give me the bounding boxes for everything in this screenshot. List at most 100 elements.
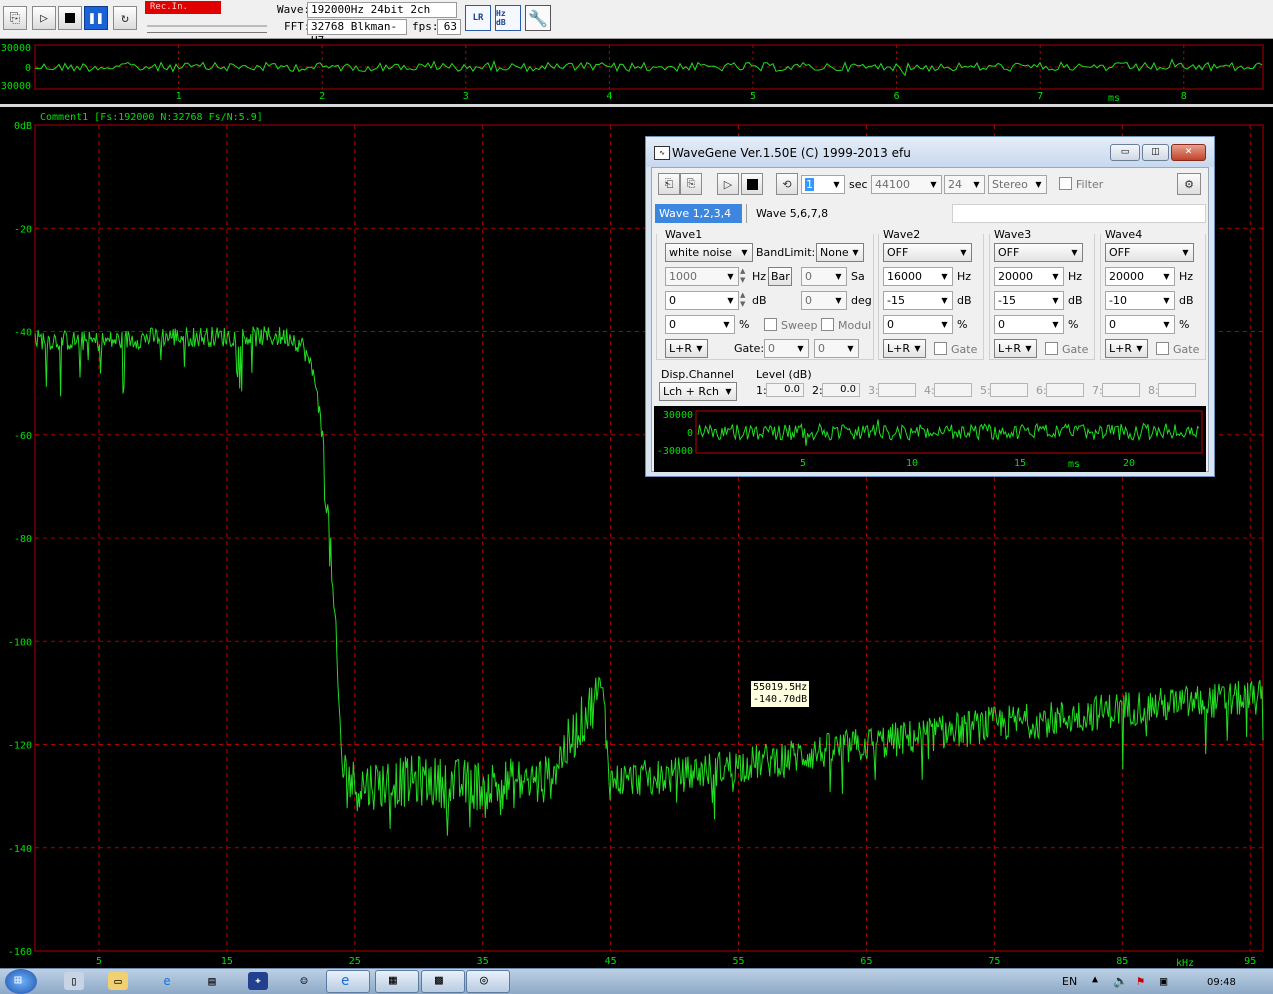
wave4-freq-field[interactable]: 20000 ▼ xyxy=(1105,267,1175,286)
repeat-button[interactable]: ↻ xyxy=(113,6,137,30)
wg-xtick: 5 xyxy=(800,458,806,469)
maximize-icon: ◫ xyxy=(1151,147,1160,157)
tab-wave-1-4[interactable]: Wave 1,2,3,4 xyxy=(655,204,742,223)
wavegene-window: ∿ WaveGene Ver.1.50E (C) 1999-2013 efu ▭… xyxy=(645,136,1215,477)
chevron-down-icon: ▼ xyxy=(1163,296,1170,305)
lr-channel-button[interactable]: LR xyxy=(465,5,491,31)
wg-stop-button[interactable] xyxy=(741,173,763,195)
fft-setting-field[interactable]: 32768 Blkman-H7 xyxy=(307,19,407,47)
bit-depth-select[interactable]: 24 ▼ xyxy=(944,175,985,194)
wave3-gate-checkbox[interactable]: Gate xyxy=(1045,342,1088,356)
level-meter-value xyxy=(1158,383,1196,397)
close-button[interactable]: ✕ xyxy=(1171,144,1206,161)
maximize-button[interactable]: ◫ xyxy=(1142,144,1169,161)
wave2-freq-field[interactable]: 16000 ▼ xyxy=(883,267,953,286)
wave2-type-select[interactable]: OFF ▼ xyxy=(883,243,972,262)
wg-load-button[interactable]: ⎗ xyxy=(658,173,680,195)
play-button[interactable]: ▷ xyxy=(32,6,56,30)
spectrum-ytick: -40 xyxy=(14,328,32,339)
spectrum-ytick: -60 xyxy=(14,431,32,442)
network-icon[interactable]: ▣ xyxy=(1160,974,1167,988)
wg-ytick: 30000 xyxy=(663,410,693,421)
open-file-button[interactable]: ⎘ xyxy=(3,6,27,30)
settings-button[interactable]: 🔧 xyxy=(525,5,551,31)
wg-save-button[interactable]: ⎘ xyxy=(680,173,702,195)
panel-divider[interactable] xyxy=(0,104,1273,107)
wave4-level-field[interactable]: -10 ▼ xyxy=(1105,291,1175,310)
taskbar-ie-window[interactable]: e xyxy=(326,970,370,993)
spectrum-xtick: 45 xyxy=(605,956,617,967)
start-button[interactable]: ⊞ xyxy=(5,969,37,994)
disp-channel-select[interactable]: Lch + Rch ▼ xyxy=(659,382,737,401)
taskbar-ie-icon[interactable]: e xyxy=(157,972,177,990)
windows-icon: ⊞ xyxy=(14,973,22,988)
minimize-button[interactable]: ▭ xyxy=(1110,144,1140,161)
tool-icon: ◎ xyxy=(480,973,488,988)
spectrum-ytick: -160 xyxy=(8,947,32,958)
wg-options-button[interactable]: ⚙ xyxy=(1177,173,1201,195)
wave4-route-select[interactable]: L+R ▼ xyxy=(1105,339,1148,358)
wavegene-title: WaveGene Ver.1.50E (C) 1999-2013 efu xyxy=(672,146,911,160)
wave3-type-value: OFF xyxy=(998,246,1020,259)
volume-icon[interactable]: 🔈 xyxy=(1113,974,1128,988)
sample-rate-select[interactable]: 44100 ▼ xyxy=(871,175,942,194)
pause-icon: ❚❚ xyxy=(88,10,104,26)
wave2-route-select[interactable]: L+R ▼ xyxy=(883,339,926,358)
wave3-type-select[interactable]: OFF ▼ xyxy=(994,243,1083,262)
device-icon: ▯ xyxy=(70,974,78,988)
wave2-label: Wave2 xyxy=(883,228,921,241)
wave4-gate-checkbox[interactable]: Gate xyxy=(1156,342,1199,356)
fps-value: 63 xyxy=(437,19,461,35)
taskbar-explorer-icon[interactable]: ▭ xyxy=(108,972,128,990)
tray-expand-icon[interactable]: ▲ xyxy=(1092,974,1098,985)
level-meter-value: 0.0 xyxy=(822,383,860,397)
wave-ytick: 30000 xyxy=(1,43,31,54)
wave-xtick: 5 xyxy=(750,91,756,102)
wave2-pct-field[interactable]: 0 ▼ xyxy=(883,315,953,334)
taskbar-calc-icon[interactable]: ▤ xyxy=(202,972,222,990)
language-indicator[interactable]: EN xyxy=(1062,975,1077,988)
wg-ytick: -30000 xyxy=(657,446,693,457)
action-center-icon[interactable]: ⚑ xyxy=(1137,974,1144,988)
channel-mode-value: Stereo xyxy=(992,178,1028,191)
taskbar-wavegene-window[interactable]: ▩ xyxy=(421,970,465,993)
pause-button[interactable]: ❚❚ xyxy=(84,6,108,30)
spectrum-ytick: 0dB xyxy=(14,121,32,132)
position-slider[interactable] xyxy=(147,22,267,33)
wave4-type-select[interactable]: OFF ▼ xyxy=(1105,243,1194,262)
level-meter-value xyxy=(990,383,1028,397)
taskbar-wavespectra-window[interactable]: ▦ xyxy=(375,970,419,993)
stop-button[interactable] xyxy=(58,6,82,30)
spectrum-xtick: 35 xyxy=(477,956,489,967)
wave-xtick: 6 xyxy=(894,91,900,102)
wave3-freq-field[interactable]: 20000 ▼ xyxy=(994,267,1064,286)
repeat-count-select[interactable]: 1 ▼ xyxy=(801,175,845,194)
wave2-level-value: -15 xyxy=(887,294,905,307)
hz-db-button[interactable]: Hz dB xyxy=(495,5,521,31)
wave-x-unit: ms xyxy=(1108,93,1120,104)
wave2-db-label: dB xyxy=(957,294,972,307)
taskbar-flag-icon[interactable]: ✚ xyxy=(248,972,268,990)
spectrum-ytick: -140 xyxy=(8,844,32,855)
chevron-down-icon: ▼ xyxy=(941,296,948,305)
hz-db-icon: Hz dB xyxy=(496,9,506,27)
wave2-gate-checkbox[interactable]: Gate xyxy=(934,342,977,356)
wavegene-titlebar[interactable]: ∿ WaveGene Ver.1.50E (C) 1999-2013 efu ▭… xyxy=(646,137,1214,167)
wg-xtick: 15 xyxy=(1014,458,1026,469)
wg-play-button[interactable]: ▷ xyxy=(717,173,739,195)
wave4-pct-field[interactable]: 0 ▼ xyxy=(1105,315,1175,334)
wave3-route-select[interactable]: L+R ▼ xyxy=(994,339,1037,358)
wave2-level-field[interactable]: -15 ▼ xyxy=(883,291,953,310)
wg-waveform-panel: 30000 0 -30000 5 10 15 ms 20 xyxy=(654,406,1206,472)
filter-checkbox[interactable]: Filter xyxy=(1059,177,1103,191)
clock[interactable]: 09:48 xyxy=(1207,977,1236,988)
tab-wave-5-8[interactable]: Wave 5,6,7,8 xyxy=(752,204,840,223)
taskbar-tool-window[interactable]: ◎ xyxy=(466,970,510,993)
wave3-level-field[interactable]: -15 ▼ xyxy=(994,291,1064,310)
wg-repeat-button[interactable]: ⟲ xyxy=(776,173,798,195)
open-icon: ⎘ xyxy=(9,10,21,26)
taskbar-alien-icon[interactable]: ☺ xyxy=(294,972,314,990)
wave3-pct-field[interactable]: 0 ▼ xyxy=(994,315,1064,334)
channel-mode-select[interactable]: Stereo ▼ xyxy=(988,175,1047,194)
taskbar-app-icon[interactable]: ▯ xyxy=(64,972,84,990)
